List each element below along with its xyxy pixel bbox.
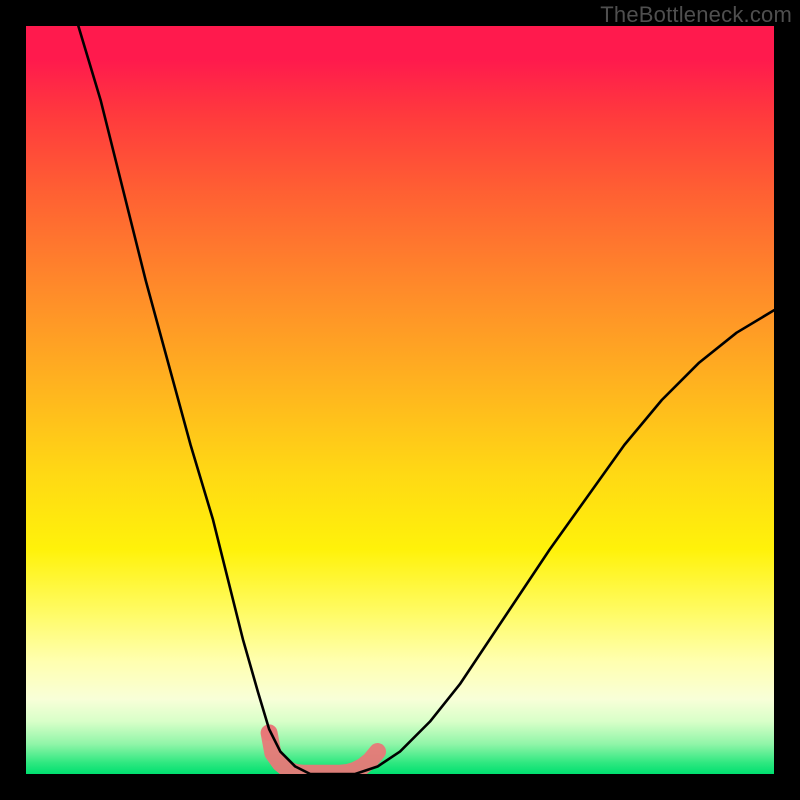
curve-layer <box>26 26 774 774</box>
highlight-band-path <box>269 733 377 773</box>
plot-area <box>26 26 774 774</box>
watermark-text: TheBottleneck.com <box>600 2 792 28</box>
bottleneck-curve-path <box>78 26 774 774</box>
chart-frame: TheBottleneck.com <box>0 0 800 800</box>
bottleneck-curve <box>78 26 774 774</box>
